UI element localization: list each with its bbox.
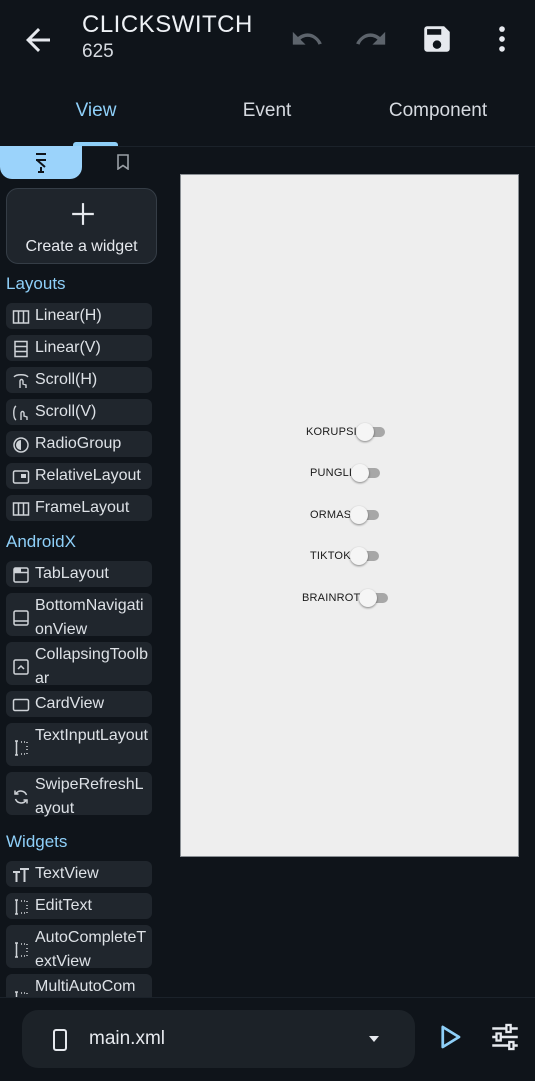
plus-icon [72, 203, 94, 225]
file-name: main.xml [89, 1028, 166, 1049]
section-androidx: AndroidX [6, 532, 76, 551]
linear-vertical-icon [14, 340, 28, 358]
linear-horizontal-icon [12, 310, 30, 324]
tab-component[interactable]: Component [373, 100, 503, 122]
palette-item-edittext[interactable]: EditText [6, 893, 152, 919]
palette-item-textinputlayout[interactable]: TextInputLayout [6, 723, 152, 766]
switch-label: TIKTOK [310, 550, 351, 562]
palette-item-framelayout[interactable]: FrameLayout [6, 495, 152, 521]
swipe-horizontal-icon [13, 374, 29, 388]
project-id: 625 [82, 41, 114, 62]
text-view-icon [13, 868, 29, 882]
palette-item-radiogroup[interactable]: RadioGroup [6, 431, 152, 457]
palette-item-autocompletetextview[interactable]: AutoCompleteTextView [6, 925, 152, 970]
tab-event[interactable]: Event [217, 100, 317, 122]
file-selector[interactable]: main.xml [22, 1010, 415, 1068]
frame-layout-icon [12, 502, 30, 516]
palette-item-collapsingtoolbar[interactable]: CollapsingToolbar [6, 642, 152, 687]
switch-label: BRAINROT [302, 592, 361, 604]
palette-item-label: SwipeRefreshLayout [35, 776, 144, 817]
switch-track [349, 547, 379, 565]
palette-item-linear-v[interactable]: Linear(V) [6, 335, 152, 361]
palette-item-label: RadioGroup [35, 435, 122, 452]
palette-item-textview[interactable]: TextView [6, 861, 152, 887]
more-options-icon[interactable] [485, 22, 519, 56]
tab-view[interactable]: View [56, 100, 136, 122]
palette-item-tablayout[interactable]: TabLayout [6, 561, 152, 587]
switch-brainrot[interactable]: BRAINROT [302, 589, 389, 607]
palette-item-label: TabLayout [35, 565, 109, 582]
save-icon[interactable] [420, 22, 454, 56]
palette-widgets-tab[interactable] [0, 146, 82, 179]
palette-item-label: Linear(V) [35, 339, 101, 356]
palette-item-label: RelativeLayout [35, 467, 141, 484]
widgets-palette-icon [36, 152, 46, 173]
palette-item-label: MultiAutoCom [35, 978, 136, 995]
switch-label: KORUPSI [306, 426, 357, 438]
switch-label: ORMAS [310, 509, 352, 521]
palette-item-label: TextInputLayout [35, 727, 148, 744]
swipe-vertical-icon [13, 405, 28, 421]
edit-text-icon [15, 899, 28, 915]
palette-item-relativelayout[interactable]: RelativeLayout [6, 463, 152, 489]
dropdown-arrow-icon [369, 1036, 379, 1042]
switch-thumb [355, 423, 374, 441]
palette-item-label: Scroll(V) [35, 403, 97, 420]
run-icon[interactable] [434, 1022, 464, 1052]
palette-item-label: CardView [35, 695, 105, 712]
palette-item-linear-h[interactable]: Linear(H) [6, 303, 152, 329]
switch-label: PUNGLI [310, 467, 353, 479]
switch-track [359, 589, 389, 607]
switch-track [355, 423, 385, 441]
palette-item-label: CollapsingToolbar [35, 646, 148, 687]
radio-group-icon [13, 437, 29, 453]
autocomplete-text-icon [15, 942, 28, 958]
collapsing-toolbar-icon [13, 659, 29, 675]
create-widget-button[interactable]: Create a widget [6, 188, 157, 264]
section-layouts: Layouts [6, 274, 66, 293]
palette-item-label: EditText [35, 897, 92, 914]
palette-item-label: Scroll(H) [35, 371, 98, 388]
palette-item-label: FrameLayout [35, 499, 130, 516]
project-title: CLICKSWITCH [82, 11, 253, 38]
settings-sliders-icon[interactable] [488, 1020, 522, 1054]
palette-bookmarks-tab[interactable] [106, 150, 140, 174]
palette-item-scroll-v[interactable]: Scroll(V) [6, 399, 152, 425]
text-input-icon [15, 740, 28, 756]
palette-item-label: Linear(H) [35, 307, 102, 324]
switch-tiktok[interactable]: TIKTOK [310, 547, 379, 565]
card-view-icon [12, 698, 30, 712]
switch-thumb [349, 547, 368, 565]
relative-layout-icon [12, 470, 30, 484]
palette-item-label: TextView [35, 865, 99, 882]
tab-layout-icon [13, 567, 29, 583]
switch-pungli[interactable]: PUNGLI [310, 464, 381, 482]
create-widget-label: Create a widget [25, 238, 138, 255]
refresh-icon [14, 790, 28, 804]
phone-icon [53, 1029, 67, 1051]
switch-ormas[interactable]: ORMAS [310, 506, 380, 524]
switch-track [350, 506, 380, 524]
palette-item-label: AutoCompleteTextView [35, 929, 147, 970]
switch-korupsi[interactable]: KORUPSI [306, 423, 385, 441]
bookmark-icon [117, 154, 129, 170]
palette-item-cardview[interactable]: CardView [6, 691, 152, 717]
palette-item-scroll-h[interactable]: Scroll(H) [6, 367, 152, 393]
bottom-navigation-icon [13, 610, 29, 626]
redo-icon[interactable] [354, 22, 388, 56]
palette-item-swiperefreshlayout[interactable]: SwipeRefreshLayout [6, 772, 152, 817]
undo-icon[interactable] [290, 22, 324, 56]
back-arrow-icon[interactable] [20, 22, 56, 58]
section-widgets: Widgets [6, 832, 68, 851]
palette-item-label: BottomNavigationView [35, 597, 144, 638]
palette-item-bottomnavigationview[interactable]: BottomNavigationView [6, 593, 152, 638]
switch-track [351, 464, 381, 482]
